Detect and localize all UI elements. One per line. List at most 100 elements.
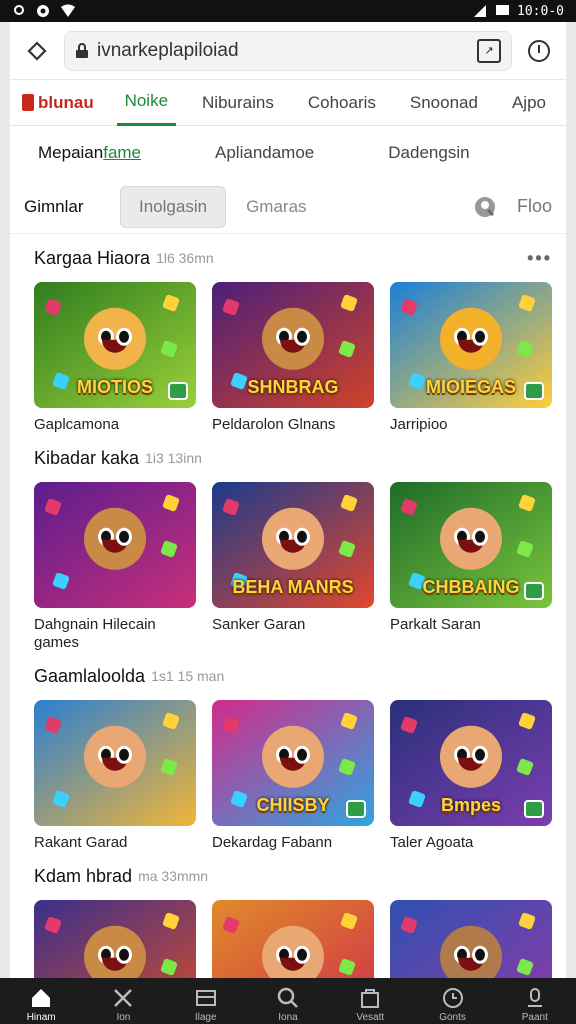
- gem-decoration: [518, 294, 536, 312]
- gem-decoration: [44, 498, 62, 516]
- gem-decoration: [338, 958, 356, 976]
- gem-decoration: [516, 340, 534, 358]
- section-header: Kibadar kaka 1i3 13inn: [34, 434, 552, 482]
- filter-right-label[interactable]: Floo: [517, 196, 552, 217]
- gem-decoration: [160, 958, 178, 976]
- game-title[interactable]: Dekardag Fabann: [212, 834, 374, 852]
- brand-logo[interactable]: blunau: [22, 93, 101, 113]
- browser-toolbar: ivnarkeplapiloiad ↗: [10, 22, 566, 80]
- filter-option[interactable]: Gmaras: [246, 197, 306, 217]
- game-card[interactable]: MIOTIOS Gaplcamona: [34, 282, 196, 434]
- gem-decoration: [44, 298, 62, 316]
- section-title[interactable]: Kdam hbrad: [34, 866, 132, 887]
- subtab-dadengsin[interactable]: Dadengsin: [388, 143, 469, 163]
- nav-item-home[interactable]: Hinam: [11, 986, 71, 1022]
- game-title[interactable]: Gaplcamona: [34, 416, 196, 434]
- gem-decoration: [160, 758, 178, 776]
- nav-item-clock[interactable]: Gonts: [423, 986, 483, 1022]
- section-header: Gaamlaloolda 1s1 15 man: [34, 652, 552, 700]
- nav-item-search[interactable]: Iona: [258, 986, 318, 1022]
- nav-label: Gonts: [439, 1012, 466, 1022]
- brand-icon: [22, 94, 34, 111]
- game-thumbnail[interactable]: BEHA MANRS: [212, 482, 374, 608]
- tab-niburains[interactable]: Niburains: [194, 80, 282, 126]
- gem-decoration: [400, 298, 418, 316]
- game-thumbnail[interactable]: [212, 900, 374, 978]
- subtab-apliandamoe[interactable]: Apliandamoe: [215, 143, 314, 163]
- nav-label: Iona: [278, 1012, 298, 1022]
- game-thumbnail[interactable]: MIOIEGAS: [390, 282, 552, 408]
- tab-snoonad[interactable]: Snoonad: [402, 80, 486, 126]
- gem-decoration: [516, 958, 534, 976]
- nav-item-tools[interactable]: Ion: [93, 986, 153, 1022]
- game-thumbnail[interactable]: Bmpes: [390, 700, 552, 826]
- home-button[interactable]: [20, 34, 54, 68]
- character-face: [440, 725, 502, 788]
- nav-label: Ion: [116, 1012, 131, 1022]
- nav-label: Hinam: [26, 1012, 56, 1022]
- game-thumbnail[interactable]: [34, 900, 196, 978]
- nav-item-board[interactable]: Ilage: [176, 986, 236, 1022]
- game-thumbnail[interactable]: [34, 482, 196, 608]
- game-card[interactable]: Bmpes Taler Agoata: [390, 700, 552, 852]
- game-thumbnail[interactable]: SHNBRAG: [212, 282, 374, 408]
- game-title[interactable]: Dahgnain Hilecain games: [34, 616, 196, 652]
- tab-ajpo[interactable]: Ajpo: [504, 80, 554, 126]
- game-thumbnail[interactable]: [34, 700, 196, 826]
- nav-item-mic[interactable]: Paant: [505, 986, 565, 1022]
- game-card[interactable]: [390, 900, 552, 978]
- filter-chip[interactable]: Inolgasin: [120, 185, 227, 228]
- game-title[interactable]: Taler Agoata: [390, 834, 552, 852]
- subtab-mepaian[interactable]: Mepaianfame: [38, 143, 141, 163]
- gem-decoration: [338, 758, 356, 776]
- address-bar[interactable]: ivnarkeplapiloiad ↗: [64, 30, 512, 71]
- game-title[interactable]: Parkalt Saran: [390, 616, 552, 634]
- game-title[interactable]: Sanker Garan: [212, 616, 374, 634]
- gem-decoration: [160, 540, 178, 558]
- gem-decoration: [516, 540, 534, 558]
- url-text: ivnarkeplapiloiad: [97, 39, 239, 61]
- game-thumbnail[interactable]: CHIISBY: [212, 700, 374, 826]
- gem-decoration: [162, 494, 180, 512]
- play-badge-icon: [168, 382, 188, 400]
- character-face: [84, 925, 146, 978]
- game-thumbnail[interactable]: MIOTIOS: [34, 282, 196, 408]
- game-card[interactable]: CHBBAING Parkalt Saran: [390, 482, 552, 652]
- gem-decoration: [340, 912, 358, 930]
- game-card[interactable]: [212, 900, 374, 978]
- character-face: [262, 507, 324, 570]
- character-face: [262, 925, 324, 978]
- character-face: [440, 307, 502, 370]
- section-title[interactable]: Gaamlaloolda: [34, 666, 145, 687]
- tab-cohoaris[interactable]: Cohoaris: [300, 80, 384, 126]
- gem-decoration: [222, 498, 240, 516]
- game-title[interactable]: Peldarolon Glnans: [212, 416, 374, 434]
- tab-noike[interactable]: Noike: [116, 80, 177, 126]
- nav-item-bag[interactable]: Vesatt: [340, 986, 400, 1022]
- game-thumbnail[interactable]: [390, 900, 552, 978]
- game-card[interactable]: Rakant Garad: [34, 700, 196, 852]
- home-icon: [32, 989, 51, 1007]
- game-card[interactable]: BEHA MANRS Sanker Garan: [212, 482, 374, 652]
- wifi-icon: [60, 4, 75, 18]
- game-grid: Rakant Garad CHIISBY Dekardag Fabann Bmpes T…: [34, 700, 552, 852]
- game-title[interactable]: Rakant Garad: [34, 834, 196, 852]
- gem-decoration: [518, 494, 536, 512]
- open-tab-icon[interactable]: ↗: [477, 38, 501, 63]
- game-card[interactable]: SHNBRAG Peldarolon Glnans: [212, 282, 374, 434]
- search-user-icon[interactable]: [473, 195, 497, 219]
- game-title[interactable]: Jarripioo: [390, 416, 552, 434]
- game-card[interactable]: CHIISBY Dekardag Fabann: [212, 700, 374, 852]
- more-options-icon[interactable]: •••: [527, 248, 552, 269]
- character-face: [262, 307, 324, 370]
- info-button[interactable]: [522, 34, 556, 68]
- gem-decoration: [52, 790, 70, 808]
- game-thumbnail[interactable]: CHBBAING: [390, 482, 552, 608]
- gem-decoration: [340, 294, 358, 312]
- game-card[interactable]: MIOIEGAS Jarripioo: [390, 282, 552, 434]
- game-card[interactable]: Dahgnain Hilecain games: [34, 482, 196, 652]
- section-title[interactable]: Kargaa Hiaora: [34, 248, 150, 269]
- game-section: Kargaa Hiaora 1l6 36mn ••• MIOTIOS Gaplcamon…: [10, 234, 566, 434]
- section-title[interactable]: Kibadar kaka: [34, 448, 139, 469]
- game-card[interactable]: [34, 900, 196, 978]
